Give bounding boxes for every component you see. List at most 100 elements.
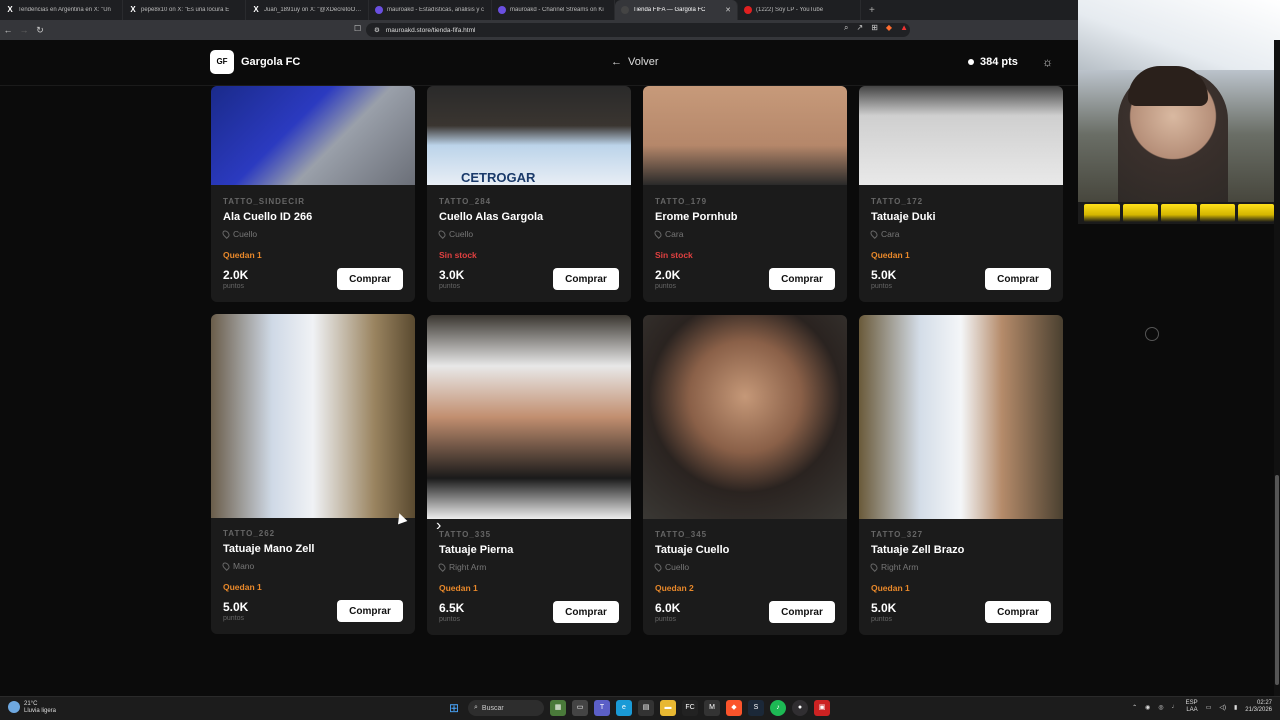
- buy-button[interactable]: Comprar: [553, 601, 619, 623]
- price-unit: puntos: [871, 283, 893, 290]
- buy-button[interactable]: Comprar: [553, 268, 619, 290]
- chevron-right-icon[interactable]: ›: [436, 517, 441, 535]
- reload-icon[interactable]: ↻: [32, 25, 48, 36]
- site-info-icon[interactable]: ⚙: [374, 26, 380, 34]
- buy-button[interactable]: Comprar: [337, 268, 403, 290]
- loading-cursor-icon: [1145, 327, 1159, 341]
- browser-tab-active[interactable]: Tienda FIFA — Gargola FC ✕: [615, 0, 738, 20]
- new-tab-icon[interactable]: +: [861, 5, 883, 16]
- clock[interactable]: 02:27 21/3/2026: [1245, 700, 1272, 714]
- streamer-hair: [1128, 66, 1208, 106]
- battery-icon[interactable]: ▮: [1234, 704, 1237, 711]
- brave-rewards-icon[interactable]: ▲: [900, 23, 908, 33]
- logo-text[interactable]: Gargola FC: [241, 56, 300, 68]
- product-image: [643, 86, 847, 185]
- location-pin-icon: [653, 229, 663, 239]
- browser-tab[interactable]: mauroakd - Channel Streams on Ki: [492, 0, 615, 20]
- address-bar-actions: ⌕ ↗ ⊞ ◆ ▲: [844, 23, 908, 33]
- tray-chevron-icon[interactable]: ⌃: [1132, 704, 1137, 711]
- product-name: Tatuaje Mano Zell: [223, 543, 315, 555]
- browser-tab[interactable]: Xpepe8x10 on X: "Es una locura E: [123, 0, 246, 20]
- edge-icon[interactable]: e: [616, 700, 632, 716]
- product-price: 5.0K: [871, 268, 897, 282]
- stock-status: Quedan 1: [439, 583, 478, 593]
- product-name: Erome Pornhub: [655, 211, 738, 223]
- location-pin-icon: [221, 561, 231, 571]
- fifa-icon[interactable]: FC: [682, 700, 698, 716]
- obs-icon[interactable]: ●: [792, 700, 808, 716]
- file-explorer-icon[interactable]: ▬: [660, 700, 676, 716]
- url-field[interactable]: ⚙ mauroakd.store/tienda-fifa.html: [366, 23, 910, 37]
- arrow-left-icon: ←: [611, 56, 622, 68]
- teams-icon[interactable]: T: [594, 700, 610, 716]
- price-unit: puntos: [655, 283, 677, 290]
- windows-start-icon[interactable]: ⊞: [446, 700, 462, 716]
- stadium-seats: [1078, 202, 1280, 224]
- app-icon[interactable]: M: [704, 700, 720, 716]
- browser-tab-bar: X Tendencias en Argentina en X: "Un Xpepe…: [0, 0, 1078, 20]
- brave-shield-icon[interactable]: ◆: [886, 23, 892, 33]
- weather-widget[interactable]: 21°C Lluvia ligera: [8, 701, 56, 715]
- price-unit: puntos: [439, 283, 461, 290]
- back-arrow-icon[interactable]: ←: [0, 25, 16, 35]
- product-price: 5.0K: [871, 601, 897, 615]
- twitch-icon: [498, 6, 506, 14]
- buy-button[interactable]: Comprar: [337, 600, 403, 622]
- buy-button[interactable]: Comprar: [985, 601, 1051, 623]
- spotify-icon[interactable]: ♪: [770, 700, 786, 716]
- stock-status: Quedan 1: [871, 583, 910, 593]
- stock-status: Sin stock: [439, 250, 477, 260]
- browser-tab[interactable]: (1222) Soy LP - YouTube: [738, 0, 861, 20]
- task-view-icon[interactable]: ▭: [572, 700, 588, 716]
- product-location: Cuello: [221, 229, 257, 239]
- browser-tab[interactable]: X Tendencias en Argentina en X: "Un: [0, 0, 123, 20]
- stadium-roof: [1078, 0, 1280, 70]
- back-link[interactable]: ← Volver: [611, 56, 659, 68]
- logo-mark[interactable]: GF: [210, 50, 234, 74]
- store-page: GF Gargola FC ← Volver 384 pts ☼ TATTO_S…: [0, 40, 1078, 696]
- share-icon[interactable]: ↗: [857, 23, 864, 33]
- product-image: [211, 86, 415, 185]
- buy-button[interactable]: Comprar: [769, 268, 835, 290]
- close-tab-icon[interactable]: ✕: [725, 6, 731, 14]
- product-card: TATTO_335 Tatuaje Pierna Right Arm Queda…: [427, 315, 631, 635]
- tray-app-icon[interactable]: ◉: [1145, 704, 1150, 711]
- speaker-icon[interactable]: ◁): [1219, 704, 1226, 711]
- product-card: TATTO_SINDECIR Ala Cuello ID 266 Cuello …: [211, 86, 415, 302]
- product-location: Cara: [869, 229, 899, 239]
- webcam-overlay: [1078, 0, 1280, 224]
- weather-temp: 21°C: [24, 701, 38, 707]
- tray-app-icon[interactable]: ◎: [1158, 704, 1163, 711]
- network-icon[interactable]: ▭: [1206, 704, 1212, 711]
- taskbar-search[interactable]: ⌕ Buscar: [468, 700, 544, 716]
- location-pin-icon: [437, 562, 447, 572]
- microphone-icon[interactable]: ♩: [1172, 704, 1178, 710]
- calculator-icon[interactable]: ▤: [638, 700, 654, 716]
- buy-button[interactable]: Comprar: [769, 601, 835, 623]
- recorder-icon[interactable]: ▣: [814, 700, 830, 716]
- product-location: Cuello: [653, 562, 689, 572]
- product-name: Tatuaje Pierna: [439, 544, 514, 556]
- product-image: [643, 315, 847, 519]
- scrollbar-thumb[interactable]: [1275, 475, 1279, 685]
- location-pin-icon: [437, 229, 447, 239]
- product-card: CETROGAR TATTO_284 Cuello Alas Gargola C…: [427, 86, 631, 302]
- buy-button[interactable]: Comprar: [985, 268, 1051, 290]
- product-card: TATTO_345 Tatuaje Cuello Cuello Quedan 2…: [643, 315, 847, 635]
- stock-status: Sin stock: [655, 250, 693, 260]
- forward-arrow-icon[interactable]: →: [16, 25, 32, 35]
- install-icon[interactable]: ⊞: [871, 23, 878, 33]
- product-price: 6.5K: [439, 601, 465, 615]
- widget-icon[interactable]: ▦: [550, 700, 566, 716]
- bookmark-icon[interactable]: ☐: [354, 24, 361, 33]
- browser-tab[interactable]: X Juan_1891uy on X: "@XDecretoOK A: [246, 0, 369, 20]
- brave-icon[interactable]: ◆: [726, 700, 742, 716]
- language-indicator[interactable]: ESP LAA: [1186, 700, 1198, 714]
- browser-tab[interactable]: mauroakd - Estadísticas, análisis y c: [369, 0, 492, 20]
- seat: [1199, 204, 1236, 222]
- zoom-icon[interactable]: ⌕: [844, 23, 848, 33]
- product-code: TATTO_335: [439, 530, 492, 539]
- globe-icon: [621, 6, 629, 14]
- theme-toggle-icon[interactable]: ☼: [1042, 55, 1053, 69]
- steam-icon[interactable]: S: [748, 700, 764, 716]
